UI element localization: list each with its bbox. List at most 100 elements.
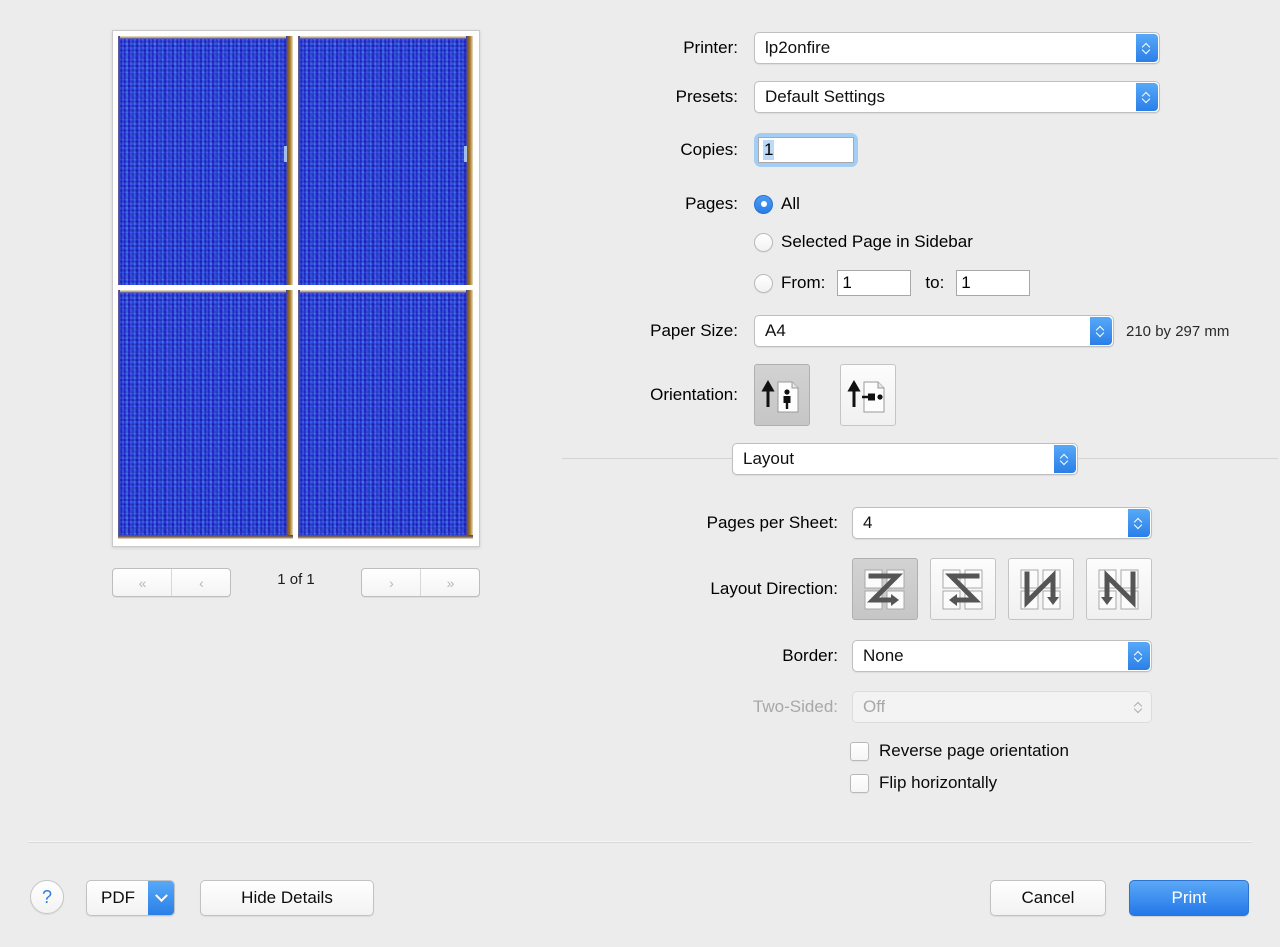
flip-horizontally-checkbox[interactable]: Flip horizontally bbox=[850, 773, 1069, 793]
layout-direction-button-3[interactable] bbox=[1008, 558, 1074, 620]
stepper-arrows-icon[interactable] bbox=[1090, 317, 1112, 345]
radio-indicator-all[interactable] bbox=[754, 194, 773, 214]
preview-sheet bbox=[112, 30, 480, 547]
pages-to-label: to: bbox=[925, 273, 945, 292]
preview-page-2 bbox=[298, 36, 473, 285]
page-image-noise bbox=[298, 36, 473, 285]
printer-label: Printer: bbox=[683, 38, 738, 57]
orientation-portrait-button[interactable] bbox=[754, 364, 810, 426]
pages-row-all: Pages: All bbox=[560, 194, 980, 214]
pages-to-input[interactable]: 1 bbox=[956, 270, 1031, 296]
pane-selector-row: Layout bbox=[732, 443, 1078, 475]
chevron-down-icon bbox=[1061, 459, 1070, 464]
page-edge-top bbox=[118, 290, 293, 293]
page-edge-left bbox=[118, 290, 120, 539]
pages-per-sheet-select[interactable]: 4 bbox=[852, 507, 1152, 539]
pages-per-sheet-row: Pages per Sheet: 4 bbox=[560, 507, 1180, 539]
border-select[interactable]: None bbox=[852, 640, 1152, 672]
page-edge-left bbox=[298, 36, 300, 285]
stepper-arrows-icon[interactable] bbox=[1128, 509, 1150, 537]
copies-value: 1 bbox=[763, 140, 775, 160]
print-settings-pane: Printer: lp2onfire Presets: Default Sett… bbox=[560, 0, 1280, 840]
printer-row: Printer: lp2onfire bbox=[560, 32, 1160, 64]
reverse-page-orientation-checkbox[interactable]: Reverse page orientation bbox=[850, 741, 1069, 761]
copies-focus-ring: 1 bbox=[754, 133, 858, 167]
cancel-button[interactable]: Cancel bbox=[990, 880, 1106, 916]
presets-select[interactable]: Default Settings bbox=[754, 81, 1160, 113]
preview-page-3 bbox=[118, 290, 293, 539]
page-edge-top bbox=[298, 36, 473, 39]
paper-size-value: A4 bbox=[765, 321, 786, 340]
border-row: Border: None bbox=[560, 640, 1180, 672]
next-page-button[interactable]: › bbox=[362, 569, 420, 596]
stepper-arrows-icon[interactable] bbox=[1136, 83, 1158, 111]
pages-from-value: 1 bbox=[842, 273, 852, 292]
pages-from-input[interactable]: 1 bbox=[837, 270, 912, 296]
border-label: Border: bbox=[782, 646, 838, 665]
pages-to-value: 1 bbox=[961, 273, 971, 292]
presets-value: Default Settings bbox=[765, 87, 886, 106]
radio-pages-range[interactable]: From: bbox=[754, 273, 825, 293]
radio-pages-all[interactable]: All bbox=[754, 194, 800, 214]
orientation-landscape-button[interactable] bbox=[840, 364, 896, 426]
dialog-footer: ? PDF Hide Details Cancel Print bbox=[0, 842, 1280, 947]
two-sided-value: Off bbox=[863, 697, 886, 716]
print-button[interactable]: Print bbox=[1129, 880, 1249, 916]
radio-pages-selected[interactable]: Selected Page in Sidebar bbox=[754, 232, 973, 252]
preview-page-1 bbox=[118, 36, 293, 285]
checkbox-indicator-flip[interactable] bbox=[850, 773, 869, 793]
radio-label-all: All bbox=[781, 194, 800, 213]
chevron-down-icon bbox=[1135, 656, 1144, 661]
chevron-down-icon bbox=[1135, 523, 1144, 528]
pages-label: Pages: bbox=[685, 194, 738, 213]
printer-select[interactable]: lp2onfire bbox=[754, 32, 1160, 64]
page-edge-right bbox=[286, 36, 293, 285]
chevron-down-icon bbox=[1143, 48, 1152, 53]
paper-size-select[interactable]: A4 bbox=[754, 315, 1114, 347]
copies-input[interactable]: 1 bbox=[758, 137, 854, 163]
stepper-arrows-icon[interactable] bbox=[1136, 34, 1158, 62]
pages-row-selected: Selected Page in Sidebar bbox=[754, 232, 973, 252]
layout-n-down-then-left-icon bbox=[1098, 569, 1139, 610]
paper-size-label: Paper Size: bbox=[650, 321, 738, 340]
layout-direction-label: Layout Direction: bbox=[710, 579, 838, 598]
layout-direction-button-4[interactable] bbox=[1086, 558, 1152, 620]
landscape-icon bbox=[847, 379, 885, 413]
pager-right-group[interactable]: › » bbox=[361, 568, 480, 597]
layout-options-checkboxes: Reverse page orientation Flip horizontal… bbox=[850, 741, 1069, 805]
stepper-arrows-icon[interactable] bbox=[1054, 445, 1076, 473]
presets-row: Presets: Default Settings bbox=[560, 81, 1160, 113]
pages-per-sheet-label: Pages per Sheet: bbox=[706, 513, 838, 532]
help-button[interactable]: ? bbox=[30, 880, 64, 914]
last-page-button[interactable]: » bbox=[420, 569, 479, 596]
copies-label: Copies: bbox=[680, 140, 738, 159]
hide-details-button[interactable]: Hide Details bbox=[200, 880, 374, 916]
checkbox-indicator-reverse[interactable] bbox=[850, 741, 869, 761]
page-edge-right bbox=[466, 290, 473, 539]
pages-row-range: From: 1 to: 1 bbox=[754, 270, 1031, 296]
stepper-arrows-icon bbox=[1128, 693, 1150, 721]
stepper-arrows-icon[interactable] bbox=[1128, 642, 1150, 670]
page-edge-top bbox=[298, 290, 473, 293]
page-image-noise bbox=[298, 290, 473, 539]
layout-z-left-then-down-icon bbox=[942, 569, 983, 610]
pdf-menu-button[interactable]: PDF bbox=[86, 880, 175, 916]
two-sided-label: Two-Sided: bbox=[752, 697, 838, 716]
print-pane-select[interactable]: Layout bbox=[732, 443, 1078, 475]
layout-z-right-then-down-icon bbox=[864, 569, 905, 610]
radio-indicator-range[interactable] bbox=[754, 273, 773, 293]
radio-indicator-selected[interactable] bbox=[754, 232, 773, 252]
layout-n-down-then-right-icon bbox=[1020, 569, 1061, 610]
page-edge-bottom bbox=[118, 535, 293, 539]
chevron-down-icon[interactable] bbox=[148, 881, 174, 915]
chevron-down-icon bbox=[1143, 97, 1152, 102]
section-divider-right bbox=[1078, 458, 1278, 459]
layout-direction-button-2[interactable] bbox=[930, 558, 996, 620]
layout-direction-button-1[interactable] bbox=[852, 558, 918, 620]
two-sided-select: Off bbox=[852, 691, 1152, 723]
two-sided-row: Two-Sided: Off bbox=[560, 691, 1180, 723]
page-edge-top bbox=[118, 36, 293, 39]
paper-size-dimensions: 210 by 297 mm bbox=[1126, 322, 1230, 340]
preview-page-grid bbox=[118, 36, 473, 539]
printer-value: lp2onfire bbox=[765, 38, 831, 57]
